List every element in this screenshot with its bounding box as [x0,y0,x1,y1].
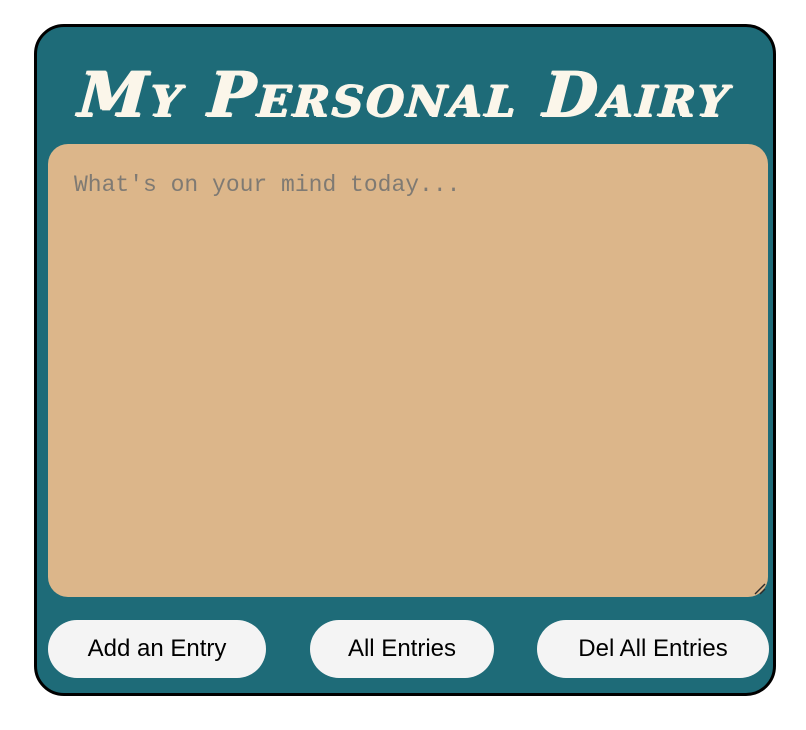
resize-grip-icon[interactable] [752,581,766,595]
diary-entry-textarea[interactable] [48,144,768,597]
delete-all-entries-button[interactable]: Del All Entries [537,620,769,678]
page-title: My Personal Dairy [76,58,734,131]
add-entry-button[interactable]: Add an Entry [48,620,266,678]
all-entries-button[interactable]: All Entries [310,620,494,678]
diary-panel: My Personal Dairy Add an Entry All Entri… [34,24,776,696]
entry-container [48,144,768,597]
